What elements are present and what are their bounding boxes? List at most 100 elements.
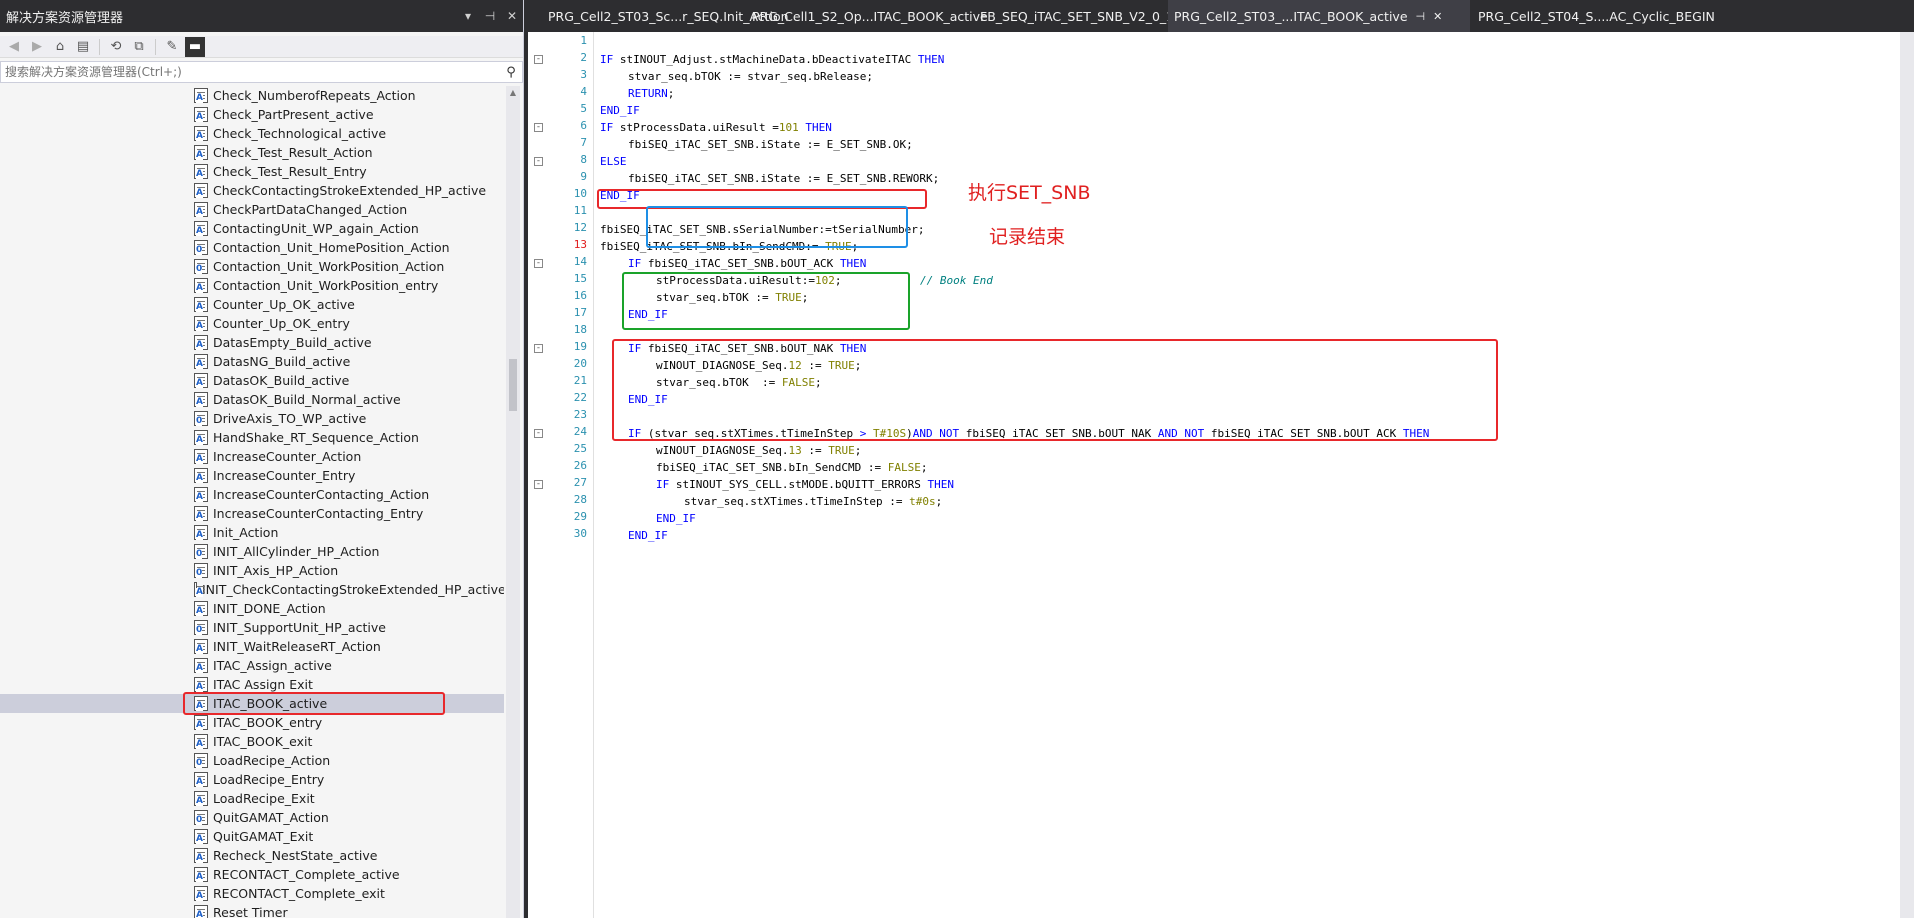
pin-icon[interactable]: ⊣ [479,9,501,23]
close-icon[interactable]: ✕ [501,9,523,23]
switch-views-icon[interactable]: ▤ [73,37,93,57]
code-area[interactable]: IF stINOUT_Adjust.stMachineData.bDeactiv… [597,32,1880,918]
search-icon[interactable]: ⚲ [500,65,522,80]
code-line[interactable]: IF stINOUT_SYS_CELL.stMODE.bQUITT_ERRORS… [656,476,954,493]
code-line[interactable]: fbiSEQ_iTAC_SET_SNB.bIn_SendCMD := FALSE… [656,459,928,476]
tree-item[interactable]: A Check_NumberofRepeats_Action [0,86,504,105]
scrollbar-thumb[interactable] [509,359,517,411]
tree-item[interactable]: A DatasNG_Build_active [0,352,504,371]
tree-item[interactable]: 0 Contaction_Unit_HomePosition_Action [0,238,504,257]
tree-item[interactable]: A LoadRecipe_Exit [0,789,504,808]
tree-item[interactable]: A INIT_DONE_Action [0,599,504,618]
scroll-up-icon[interactable]: ▲ [506,86,520,100]
tree-item-label: Counter_Up_OK_entry [213,316,350,331]
tree-item[interactable]: A Reset Timer [0,903,504,918]
editor-tab[interactable]: PRG_Cell2_ST03_Sc...r_SEQ.Init_Action [542,0,789,32]
code-line[interactable]: ELSE [600,153,627,170]
code-line[interactable]: stvar_seq.bTOK := stvar_seq.bRelease; [628,68,873,85]
fold-toggle-icon[interactable]: - [534,344,543,353]
tree-item[interactable]: A ITAC_BOOK_exit [0,732,504,751]
tree-item[interactable]: A ITAC_BOOK_entry [0,713,504,732]
tree-item[interactable]: A Check_Test_Result_Action [0,143,504,162]
tree-item[interactable]: A QuitGAMAT_Exit [0,827,504,846]
tree-item[interactable]: A DatasOK_Build_Normal_active [0,390,504,409]
tree-item[interactable]: A Init_Action [0,523,504,542]
tree-item[interactable]: A Contaction_Unit_WorkPosition_entry [0,276,504,295]
tree-item[interactable]: A Counter_Up_OK_active [0,295,504,314]
tree-item[interactable]: 0 INIT_AllCylinder_HP_Action [0,542,504,561]
code-line[interactable]: IF fbiSEQ_iTAC_SET_SNB.bOUT_ACK THEN [628,255,866,272]
editor-tab[interactable]: PRG_Cell2_ST04_S....AC_Cyclic_BEGIN [1472,0,1722,32]
code-token: stINOUT_Adjust.stMachineData.bDeactivate… [619,53,918,66]
action-file-icon: A [194,791,208,806]
dropdown-icon[interactable]: ▾ [457,9,479,23]
tree-item[interactable]: 0 QuitGAMAT_Action [0,808,504,827]
code-line[interactable]: fbiSEQ_iTAC_SET_SNB.iState := E_SET_SNB.… [628,170,939,187]
code-line[interactable]: END_IF [600,102,640,119]
tree-item[interactable]: A IncreaseCounterContacting_Entry [0,504,504,523]
fold-toggle-icon[interactable]: - [534,55,543,64]
tree-item-label: Check_Technological_active [213,126,387,141]
tree-item[interactable]: A Recheck_NestState_active [0,846,504,865]
code-line[interactable]: IF stINOUT_Adjust.stMachineData.bDeactiv… [600,51,944,68]
tree-item[interactable]: 0 LoadRecipe_Action [0,751,504,770]
tree-item[interactable]: A DatasEmpty_Build_active [0,333,504,352]
tree-item[interactable]: A Check_Technological_active [0,124,504,143]
forward-icon[interactable]: ▶ [27,37,47,57]
fold-toggle-icon[interactable]: - [534,123,543,132]
editor-scrollbar[interactable] [1900,32,1914,918]
fold-toggle-icon[interactable]: - [534,429,543,438]
tree-item[interactable]: A INIT_WaitReleaseRT_Action [0,637,504,656]
fold-toggle-icon[interactable]: - [534,157,543,166]
code-editor[interactable]: 1 2-3 4 5 6-7 8-9 10 11 12 13 14-15 16 17 18 19-20 21 22… [528,32,1900,918]
code-line[interactable]: stvar_seq.stXTimes.tTimeInStep := t#0s; [684,493,942,510]
tab-close-icon[interactable]: ✕ [1433,10,1442,23]
tree-item[interactable]: A IncreaseCounterContacting_Action [0,485,504,504]
tree-item[interactable]: 0 INIT_Axis_HP_Action [0,561,504,580]
action-file-icon: A [194,145,208,160]
tree-item[interactable]: A INIT_CheckContactingStrokeExtended_HP_a… [0,580,504,599]
tree-item[interactable]: A DatasOK_Build_active [0,371,504,390]
code-line[interactable]: END_IF [628,527,668,544]
tree-item[interactable]: 0 INIT_SupportUnit_HP_active [0,618,504,637]
code-line[interactable]: END_IF [656,510,696,527]
tree-item[interactable]: A LoadRecipe_Entry [0,770,504,789]
explorer-title: 解决方案资源管理器 [6,10,124,26]
tree-item[interactable]: A CheckContactingStrokeExtended_HP_active [0,181,504,200]
tree-item[interactable]: A RECONTACT_Complete_exit [0,884,504,903]
explorer-search-input[interactable] [1,65,500,79]
tree-item[interactable]: A HandShake_RT_Sequence_Action [0,428,504,447]
code-line[interactable]: RETURN; [628,85,674,102]
tree-item[interactable]: A CheckPartDataChanged_Action [0,200,504,219]
pending-changes-icon[interactable]: ⟲ [106,37,126,57]
fold-toggle-icon[interactable]: - [534,480,543,489]
fold-toggle-icon[interactable]: - [534,259,543,268]
code-line[interactable]: IF stProcessData.uiResult =101 THEN [600,119,832,136]
tree-item[interactable]: 0 Contaction_Unit_WorkPosition_Action [0,257,504,276]
properties-wrench-icon[interactable]: ✎ [162,37,182,57]
collapse-all-icon[interactable]: ⧉ [129,37,149,57]
tree-item[interactable]: A Check_Test_Result_Entry [0,162,504,181]
tree-item-label: Reset Timer [213,905,288,918]
code-line[interactable]: fbiSEQ_iTAC_SET_SNB.iState := E_SET_SNB.… [628,136,913,153]
editor-tab[interactable]: FB_SEQ_iTAC_SET_SNB_V2_0_1* [974,0,1180,32]
tree-item[interactable]: A IncreaseCounter_Action [0,447,504,466]
tree-item[interactable]: A Counter_Up_OK_entry [0,314,504,333]
code-token: ; [854,444,862,457]
tree-item[interactable]: A Check_PartPresent_active [0,105,504,124]
action-file-icon: A [194,449,208,464]
tree-item[interactable]: A RECONTACT_Complete_active [0,865,504,884]
back-icon[interactable]: ◀ [4,37,24,57]
home-icon[interactable]: ⌂ [50,37,70,57]
tree-item[interactable]: A IncreaseCounter_Entry [0,466,504,485]
tree-item-label: RECONTACT_Complete_active [213,867,400,882]
code-line[interactable]: wINOUT_DIAGNOSE_Seq.13 := TRUE; [656,442,861,459]
editor-tab[interactable]: PRG_Cell1_S2_Op...ITAC_BOOK_active [746,0,988,32]
tree-item[interactable]: 0 DriveAxis_TO_WP_active [0,409,504,428]
tree-item[interactable]: A ContactingUnit_WP_again_Action [0,219,504,238]
editor-tab[interactable]: PRG_Cell2_ST03_...ITAC_BOOK_active ⊣ ✕ [1168,0,1470,32]
preview-selected-icon[interactable]: ▬ [185,36,205,57]
explorer-scrollbar[interactable]: ▲ [506,86,520,918]
tree-item[interactable]: A ITAC_Assign_active [0,656,504,675]
tab-pin-icon[interactable]: ⊣ [1416,10,1426,23]
